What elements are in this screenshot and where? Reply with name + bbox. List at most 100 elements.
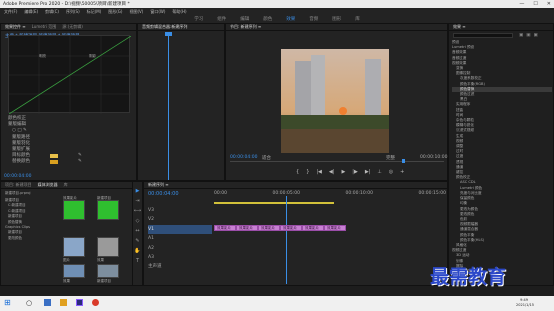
track-header-v2[interactable]: V2 <box>148 215 212 224</box>
target-color-swatch[interactable] <box>50 154 58 159</box>
replace-color-swatch[interactable] <box>50 160 58 165</box>
tab-sequence[interactable]: 新建序列 ≡ <box>148 182 169 188</box>
track-header-v1[interactable]: V1 <box>148 224 212 235</box>
track-header-a2[interactable]: A2 <box>148 244 212 253</box>
timeline-clip[interactable]: 效果影片 <box>280 225 302 231</box>
workspace-effects[interactable]: 效果 <box>286 16 295 22</box>
menu-file[interactable]: 文件(F) <box>4 9 17 15</box>
track-header-master[interactable]: 主声道 <box>148 262 212 271</box>
work-area-bar[interactable] <box>214 202 334 204</box>
minimize-button[interactable]: — <box>519 0 524 8</box>
play-icon[interactable]: ▶ <box>341 169 345 175</box>
replace-color-row[interactable]: 替换颜色 ✎ <box>4 159 132 165</box>
track-header-a1[interactable]: A1 <box>148 234 212 243</box>
window-titlebar: Adobe Premiere Pro 2020 - D:\视频\50005\项目… <box>0 0 554 8</box>
menu-marker[interactable]: 标记(M) <box>87 9 102 15</box>
tools-column: ▶ ⇥ ⟷ ◇ ↔ ✎ ✋ T <box>133 182 142 264</box>
timeline-clip[interactable]: 效果影片 <box>236 225 258 231</box>
tab-source[interactable]: 源:(无剪辑) <box>62 24 82 30</box>
tab-program[interactable]: 节目: 新建序列 ≡ <box>230 24 261 30</box>
program-playhead[interactable] <box>402 159 405 163</box>
go-to-out-icon[interactable]: ▶| <box>365 169 371 175</box>
taskbar-app-icon[interactable] <box>44 299 51 306</box>
menu-sequence[interactable]: 序列(S) <box>66 9 80 15</box>
close-button[interactable]: ✕ <box>547 0 551 8</box>
workspace-color[interactable]: 颜色 <box>263 16 272 22</box>
selection-tool-icon[interactable]: ▶ <box>136 188 140 194</box>
tab-media-browser[interactable]: 媒体浏览器 <box>38 182 58 188</box>
workspace-editing[interactable]: 编辑 <box>240 16 249 22</box>
program-scrubber[interactable] <box>230 161 444 162</box>
track-select-tool-icon[interactable]: ⇥ <box>135 198 139 204</box>
time-ruler[interactable]: 00:00 00:00:05:00 00:00:10:00 00:00:15:0… <box>214 191 446 199</box>
step-forward-icon[interactable]: |▶ <box>352 169 358 175</box>
go-to-in-icon[interactable]: |◀ <box>316 169 322 175</box>
mark-in-icon[interactable]: { <box>296 169 299 175</box>
pen-tool-icon[interactable]: ✎ <box>135 238 139 244</box>
search-icon[interactable]: ○ <box>26 299 32 307</box>
menu-window[interactable]: 窗口(W) <box>150 9 165 15</box>
windows-start-icon[interactable]: ⊞ <box>4 298 11 307</box>
eyedropper-icon[interactable]: ✎ <box>78 159 82 165</box>
workspace-libraries[interactable]: 库 <box>355 16 360 22</box>
tab-libraries[interactable]: 库 <box>64 182 68 188</box>
menu-edit[interactable]: 编辑(E) <box>24 9 38 15</box>
tab-lumetri-scopes[interactable]: Lumetri 范围 <box>32 24 57 30</box>
workspace-graphics[interactable]: 图形 <box>332 16 341 22</box>
workspace-learn[interactable]: 学习 <box>194 16 203 22</box>
timeline-clip[interactable]: 效果影片 <box>258 225 280 231</box>
effects-tabs: 效果 ≡ <box>449 24 553 31</box>
export-frame-icon[interactable]: ◎ <box>389 169 393 175</box>
step-back-icon[interactable]: ◀| <box>329 169 335 175</box>
tab-project[interactable]: 项目: 新建项目 <box>5 182 32 188</box>
tab-effect-controls[interactable]: 效果控件 ≡ <box>5 24 26 30</box>
timeline-clip[interactable]: 效果影片 <box>324 225 346 231</box>
effects-search-input[interactable] <box>453 33 513 38</box>
workspace-audio[interactable]: 音频 <box>309 16 318 22</box>
effect-properties: 颜色校正 蒙版编辑 ○ □ ✎ 蒙版路径 蒙版羽化 蒙版扩展 目标颜色 ✎ 替换… <box>4 116 132 166</box>
browser-icon[interactable] <box>92 299 99 306</box>
city-sunset-image <box>281 49 389 153</box>
list-item[interactable]: 更改颜色 <box>5 236 57 241</box>
add-icon[interactable]: + <box>400 169 404 175</box>
project-panel: 项目: 新建项目 媒体浏览器 库 新建项目.prproj 新建项目 C:新建项目… <box>0 181 137 286</box>
menu-bar: 文件(F) 编辑(E) 剪辑(C) 序列(S) 标记(M) 图形(G) 视图(V… <box>0 8 554 15</box>
32bit-icon[interactable]: ▣ <box>526 33 530 38</box>
lift-icon[interactable]: ⊥ <box>377 169 381 175</box>
tab-effects[interactable]: 效果 ≡ <box>453 24 466 30</box>
project-path: 新建项目.prproj <box>5 191 31 195</box>
folder-icon[interactable] <box>60 299 67 306</box>
timeline-playhead[interactable] <box>286 196 287 284</box>
menu-clip[interactable]: 剪辑(C) <box>45 9 59 15</box>
maximize-button[interactable]: ☐ <box>533 0 537 8</box>
track-header-v3[interactable]: V3 <box>148 206 212 215</box>
curve-grid <box>8 35 132 115</box>
tab-audio-mixer[interactable]: 音频剪辑混合器:新建序列 <box>142 24 187 30</box>
mark-out-icon[interactable]: } <box>306 169 309 175</box>
color-curve-graph[interactable]: 明亮 阴影 <box>8 35 132 115</box>
clock-time: 9:49 <box>520 298 528 302</box>
menu-graphics[interactable]: 图形(G) <box>108 9 122 15</box>
type-tool-icon[interactable]: T <box>136 258 139 264</box>
ripple-edit-tool-icon[interactable]: ⟷ <box>134 208 141 214</box>
thumbnail[interactable] <box>63 200 85 220</box>
razor-tool-icon[interactable]: ◇ <box>136 218 140 224</box>
yuv-icon[interactable]: ▣ <box>534 33 538 38</box>
workspace-assembly[interactable]: 组件 <box>217 16 226 22</box>
playhead-marker[interactable] <box>165 32 172 36</box>
thumbnail-label: 新建项目 <box>97 196 111 200</box>
timeline-clip[interactable]: 效果影片 <box>302 225 324 231</box>
menu-help[interactable]: 帮助(H) <box>172 9 186 15</box>
hand-tool-icon[interactable]: ✋ <box>134 248 140 254</box>
timeline-clip[interactable]: 效果影片 <box>214 225 236 231</box>
menu-view[interactable]: 视图(V) <box>129 9 143 15</box>
accelerated-icon[interactable]: ▣ <box>519 33 523 38</box>
track-header-a3[interactable]: A3 <box>148 253 212 262</box>
thumbnail[interactable] <box>97 200 119 220</box>
thumbnail[interactable] <box>63 237 85 257</box>
thumbnail[interactable] <box>97 237 119 257</box>
slip-tool-icon[interactable]: ↔ <box>135 228 139 234</box>
premiere-icon[interactable] <box>76 299 83 306</box>
thumbnail[interactable] <box>97 264 119 278</box>
thumbnail[interactable] <box>63 264 85 278</box>
